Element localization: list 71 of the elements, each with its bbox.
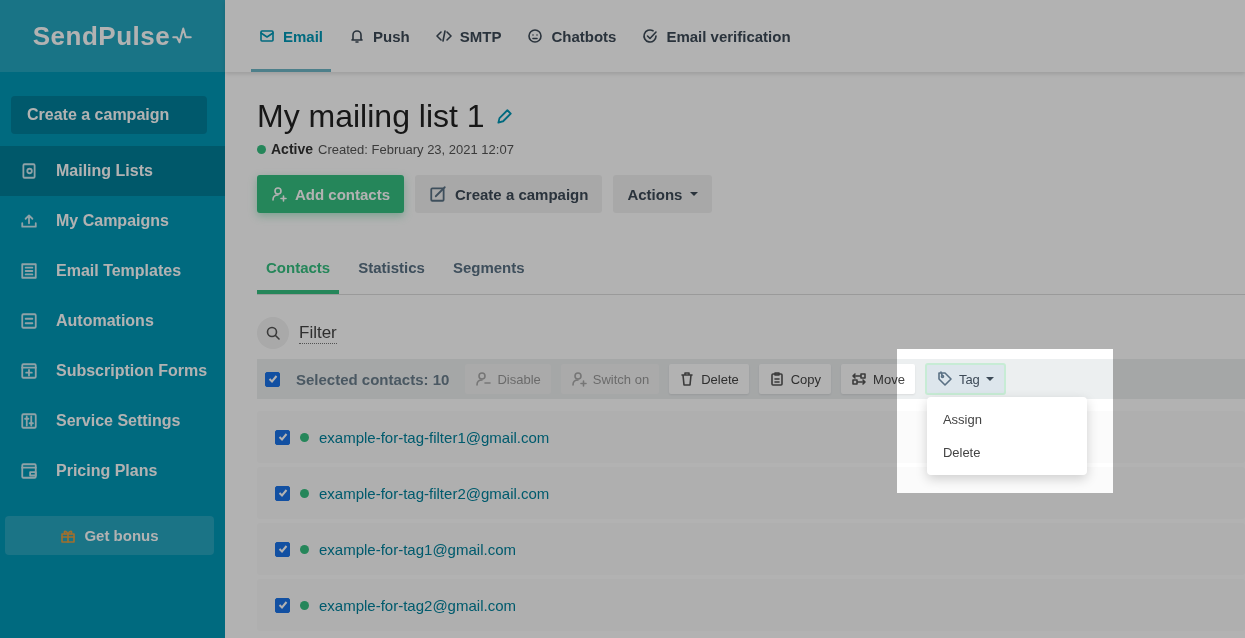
status-dot <box>257 144 266 154</box>
status-label: Active <box>271 141 314 157</box>
checkmark-icon <box>277 600 288 610</box>
contact-email[interactable]: example-for-tag-filter2@gmail.com <box>319 484 550 502</box>
page-title: My mailing list 1 <box>257 98 485 135</box>
nav-tab[interactable]: Chatbots <box>519 0 625 72</box>
bell-icon <box>349 28 366 44</box>
wallet-icon <box>20 462 38 480</box>
pulse-icon <box>172 26 193 46</box>
check-circle-icon <box>642 28 659 44</box>
checkmark-icon <box>277 432 288 442</box>
nav-tab[interactable]: SMTP <box>427 0 510 72</box>
chat-face-icon <box>527 28 544 44</box>
contact-email[interactable]: example-for-tag-filter1@gmail.com <box>319 428 550 446</box>
sidebar-item[interactable]: Automations <box>0 296 225 346</box>
status-dot <box>300 432 309 442</box>
user-plus-icon <box>570 371 587 387</box>
sidebar-item[interactable]: Subscription Forms <box>0 346 225 396</box>
create-campaign-button[interactable]: Create a campaign <box>415 175 603 213</box>
upload-icon <box>20 212 38 230</box>
user-plus-icon <box>271 186 287 202</box>
search-button[interactable] <box>257 317 289 349</box>
code-icon <box>435 28 452 44</box>
tab[interactable]: Segments <box>443 247 534 294</box>
envelope-icon <box>259 28 275 44</box>
selected-count: Selected contacts: 10 <box>296 370 450 388</box>
clipboard-icon <box>768 371 785 387</box>
toolbar-button[interactable]: Copy <box>758 364 832 394</box>
created-date: Created: February 23, 2021 12:07 <box>318 141 514 157</box>
toolbar-button[interactable]: Delete <box>669 364 749 394</box>
status-dot <box>300 544 309 554</box>
sidebar-item[interactable]: Mailing Lists <box>0 146 225 196</box>
filter-link[interactable]: Filter <box>299 322 337 344</box>
row-checkbox[interactable] <box>275 485 290 501</box>
nav-tab[interactable]: Email <box>251 0 332 72</box>
menu-item[interactable]: Assign <box>926 403 1087 436</box>
sliders-icon <box>20 412 38 430</box>
menu-item[interactable]: Delete <box>926 436 1087 469</box>
status-dot <box>300 600 309 610</box>
nav-tab[interactable]: Push <box>341 0 418 72</box>
form-icon <box>20 362 38 380</box>
get-bonus-button[interactable]: Get bonus <box>5 516 214 555</box>
contact-email[interactable]: example-for-tag2@gmail.com <box>319 596 516 614</box>
status-dot <box>300 488 309 498</box>
tag-icon <box>936 371 953 387</box>
logo-text: SendPulse <box>32 20 171 52</box>
select-all-checkbox[interactable] <box>265 371 280 387</box>
template-icon <box>20 262 38 280</box>
checkmark-icon <box>277 544 288 554</box>
row-checkbox[interactable] <box>275 429 290 445</box>
add-contacts-button[interactable]: Add contacts <box>257 175 404 213</box>
move-arrows-icon <box>851 371 868 387</box>
tag-dropdown[interactable]: Tag <box>924 363 1006 395</box>
nav-tab[interactable]: Email verification <box>634 0 799 72</box>
checkmark-icon <box>267 374 278 384</box>
sidebar-item[interactable]: Pricing Plans <box>0 446 225 496</box>
tab[interactable]: Statistics <box>349 247 434 294</box>
search-icon <box>265 325 281 341</box>
trash-icon <box>679 371 696 387</box>
sidebar-item[interactable]: Service Settings <box>0 396 225 446</box>
checkmark-icon <box>277 488 288 498</box>
edit-icon <box>429 185 447 203</box>
pencil-icon <box>494 107 513 126</box>
tab[interactable]: Contacts <box>257 247 340 294</box>
actions-dropdown[interactable]: Actions <box>613 175 713 213</box>
contact-email[interactable]: example-for-tag1@gmail.com <box>319 540 516 558</box>
sidebar-item[interactable]: My Campaigns <box>0 196 225 246</box>
user-minus-icon <box>475 371 492 387</box>
sidebar-item[interactable]: Email Templates <box>0 246 225 296</box>
row-checkbox[interactable] <box>275 597 290 613</box>
row-checkbox[interactable] <box>275 541 290 557</box>
